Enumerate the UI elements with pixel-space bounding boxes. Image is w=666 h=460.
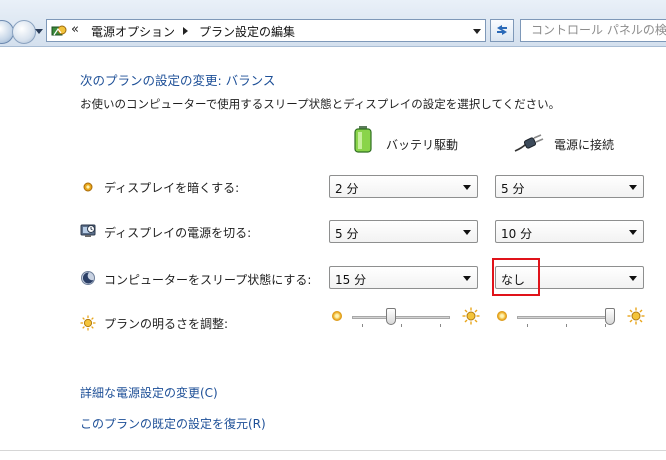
slider-tick bbox=[440, 324, 441, 327]
chevron-down-icon bbox=[629, 276, 637, 281]
address-bar[interactable]: « 電源オプション プラン設定の編集 bbox=[46, 19, 486, 42]
breadcrumb-edit-plan[interactable]: プラン設定の編集 bbox=[199, 23, 295, 40]
search-box[interactable] bbox=[520, 19, 666, 42]
battery-column-label: バッテリ駆動 bbox=[386, 138, 459, 152]
page-title: 次のプランの設定の変更: バランス bbox=[80, 73, 276, 88]
slider-tick bbox=[527, 324, 528, 327]
page-description: お使いのコンピューターで使用するスリープ状態とディスプレイの設定を選択してくださ… bbox=[80, 97, 561, 111]
address-dropdown-icon[interactable] bbox=[473, 29, 481, 34]
bright-sun-icon bbox=[627, 307, 645, 325]
power-plug-icon bbox=[514, 134, 544, 152]
display-off-battery-select[interactable]: 5 分 bbox=[329, 220, 478, 243]
slider-tick bbox=[566, 324, 567, 327]
brightness-sun-icon bbox=[80, 315, 96, 331]
display-off-plugged-value: 10 分 bbox=[501, 227, 533, 241]
search-input[interactable] bbox=[529, 22, 666, 38]
sleep-battery-select[interactable]: 15 分 bbox=[329, 266, 478, 289]
chevron-down-icon bbox=[629, 185, 637, 190]
row-label-brightness: プランの明るさを調整: bbox=[104, 317, 229, 331]
sleep-battery-value: 15 分 bbox=[335, 273, 367, 287]
slider-thumb[interactable] bbox=[605, 308, 616, 325]
sleep-moon-icon bbox=[81, 271, 95, 285]
slider-tick bbox=[605, 324, 606, 327]
recent-pages-dropdown[interactable] bbox=[35, 29, 43, 34]
slider-tick bbox=[362, 324, 363, 327]
dim-display-battery-select[interactable]: 2 分 bbox=[329, 175, 478, 198]
brightness-battery-slider[interactable] bbox=[332, 307, 482, 331]
chevron-down-icon bbox=[463, 185, 471, 190]
bright-sun-icon bbox=[462, 307, 480, 325]
highlight-box bbox=[492, 258, 540, 296]
dim-display-icon bbox=[83, 182, 93, 192]
advanced-settings-link[interactable]: 詳細な電源設定の変更(C) bbox=[80, 384, 218, 401]
dim-sun-icon bbox=[497, 311, 507, 321]
display-off-icon bbox=[80, 224, 96, 237]
slider-track[interactable] bbox=[352, 316, 450, 319]
address-overflow-chevron[interactable]: « bbox=[71, 22, 79, 37]
row-label-display-off: ディスプレイの電源を切る: bbox=[104, 226, 252, 240]
dim-display-plugged-value: 5 分 bbox=[501, 182, 525, 196]
plugged-column-label: 電源に接続 bbox=[554, 138, 615, 152]
refresh-icon bbox=[497, 25, 507, 35]
chevron-down-icon bbox=[463, 230, 471, 235]
slider-tick bbox=[401, 324, 402, 327]
display-off-plugged-select[interactable]: 10 分 bbox=[495, 220, 644, 243]
divider bbox=[0, 450, 666, 451]
slider-thumb[interactable] bbox=[386, 308, 397, 325]
slider-track[interactable] bbox=[517, 316, 615, 319]
address-toolbar: « 電源オプション プラン設定の編集 bbox=[0, 0, 666, 47]
brightness-plugged-slider[interactable] bbox=[497, 307, 647, 331]
row-label-sleep: コンピューターをスリープ状態にする: bbox=[104, 273, 312, 287]
breadcrumb-power-options[interactable]: 電源オプション bbox=[91, 23, 175, 40]
dim-display-battery-value: 2 分 bbox=[335, 182, 359, 196]
chevron-down-icon bbox=[629, 230, 637, 235]
forward-button[interactable] bbox=[12, 20, 36, 44]
dim-sun-icon bbox=[332, 311, 342, 321]
refresh-button[interactable] bbox=[490, 19, 514, 42]
restore-defaults-link[interactable]: このプランの既定の設定を復元(R) bbox=[80, 415, 266, 432]
chevron-down-icon bbox=[463, 276, 471, 281]
display-off-battery-value: 5 分 bbox=[335, 227, 359, 241]
breadcrumb-separator-icon[interactable] bbox=[183, 27, 188, 35]
control-panel-icon bbox=[51, 25, 67, 36]
dim-display-plugged-select[interactable]: 5 分 bbox=[495, 175, 644, 198]
row-label-dim-display: ディスプレイを暗くする: bbox=[104, 181, 240, 195]
battery-icon bbox=[354, 126, 372, 153]
